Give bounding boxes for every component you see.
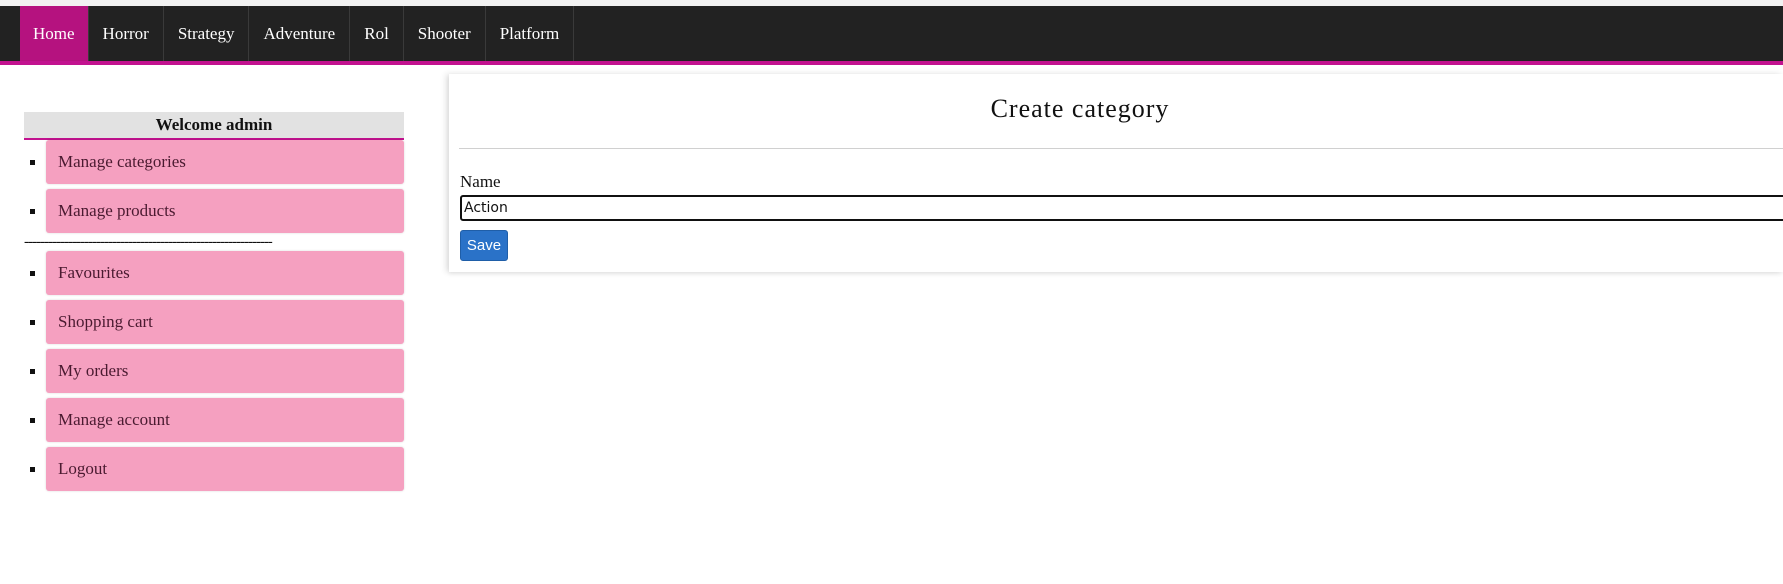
nav-item-strategy[interactable]: Strategy: [164, 6, 250, 61]
welcome-heading: Welcome admin: [24, 112, 404, 140]
name-label: Name: [460, 172, 501, 191]
nav-item-horror[interactable]: Horror: [89, 6, 164, 61]
list-item: Manage account: [30, 398, 404, 442]
user-menu: Favourites Shopping cart My orders Manag…: [24, 251, 404, 491]
sidebar: Welcome admin Manage categories Manage p…: [24, 112, 404, 496]
manage-categories-link[interactable]: Manage categories: [46, 140, 404, 184]
nav-menu: Home Horror Strategy Adventure Rol Shoot…: [20, 6, 575, 61]
square-bullet-icon: [30, 209, 35, 214]
manage-products-link[interactable]: Manage products: [46, 189, 404, 233]
favourites-link[interactable]: Favourites: [46, 251, 404, 295]
top-navbar: Home Horror Strategy Adventure Rol Shoot…: [0, 6, 1783, 65]
create-category-panel: Create category Name Save: [449, 74, 1783, 272]
nav-item-adventure[interactable]: Adventure: [249, 6, 351, 61]
manage-account-link[interactable]: Manage account: [46, 398, 404, 442]
square-bullet-icon: [30, 320, 35, 325]
save-button[interactable]: Save: [460, 230, 508, 261]
nav-item-platform[interactable]: Platform: [486, 6, 575, 61]
square-bullet-icon: [30, 467, 35, 472]
title-divider: [459, 148, 1783, 149]
page-title: Create category: [990, 94, 1170, 123]
list-item: Manage products: [30, 189, 404, 233]
list-item: Favourites: [30, 251, 404, 295]
my-orders-link[interactable]: My orders: [46, 349, 404, 393]
admin-menu: Manage categories Manage products: [24, 140, 404, 233]
list-item: Logout: [30, 447, 404, 491]
list-item: My orders: [30, 349, 404, 393]
list-item: Shopping cart: [30, 300, 404, 344]
square-bullet-icon: [30, 160, 35, 165]
nav-item-shooter[interactable]: Shooter: [404, 6, 486, 61]
square-bullet-icon: [30, 418, 35, 423]
logout-link[interactable]: Logout: [46, 447, 404, 491]
square-bullet-icon: [30, 271, 35, 276]
name-input[interactable]: [460, 195, 1783, 221]
square-bullet-icon: [30, 369, 35, 374]
list-item: Manage categories: [30, 140, 404, 184]
shopping-cart-link[interactable]: Shopping cart: [46, 300, 404, 344]
dashed-divider: ----------------------------------------…: [24, 234, 273, 250]
nav-item-rol[interactable]: Rol: [350, 6, 404, 61]
nav-item-home[interactable]: Home: [20, 6, 89, 61]
